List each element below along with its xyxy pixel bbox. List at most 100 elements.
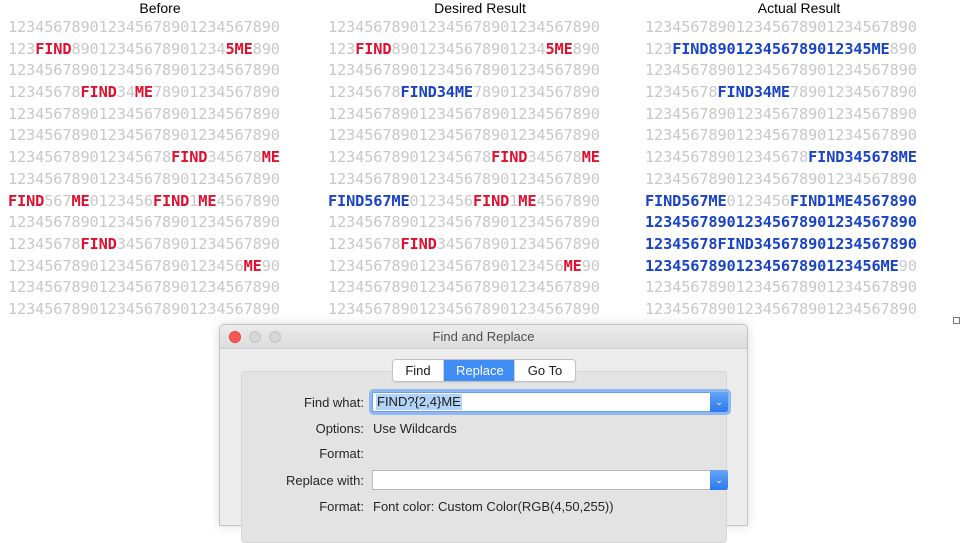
found-text: ME [198, 191, 217, 210]
find-what-input[interactable]: FIND?{2,4}ME ⌄ [372, 392, 728, 412]
plain-text: 4567890 [216, 191, 280, 210]
find-what-value: FIND?{2,4}ME [376, 394, 462, 410]
text-line: 123456789012345678FIND345678ME [328, 147, 600, 169]
found-text: ME [581, 148, 600, 167]
text-line: 123456789012345678901234567890 [328, 212, 600, 234]
plain-text: 123456789012345678 [328, 148, 492, 167]
plain-text: 34 [116, 83, 135, 102]
replaced-text: FIND345678ME [808, 148, 917, 167]
dialog-titlebar[interactable]: Find and Replace [220, 325, 747, 349]
actual-result-text-panel: 123456789012345678901234567890 123FIND890… [645, 17, 917, 321]
plain-text: 123456789012345678901234567890 [8, 299, 280, 318]
text-line: 123456789012345678901234567890 [328, 125, 600, 147]
chevron-down-icon[interactable]: ⌄ [710, 470, 728, 490]
text-line: 123456789012345678901234567890 [8, 212, 280, 234]
found-text: FIND [80, 234, 117, 253]
plain-text: 567 [44, 191, 72, 210]
plain-text: 12345678 [8, 234, 81, 253]
plain-text: 90 [261, 256, 280, 275]
plain-text: 123456789012345678901234567890 [8, 18, 280, 36]
column-title-before: Before [139, 0, 181, 16]
plain-text: 89012345678901234 [391, 39, 546, 58]
found-text: FIND [171, 148, 208, 167]
plain-text: 123456789012345678 [8, 148, 172, 167]
chevron-down-icon[interactable]: ⌄ [710, 392, 728, 412]
plain-text: 123456789012345678 [645, 148, 809, 167]
plain-text: 123456789012345678901234567890 [645, 61, 917, 80]
plain-text: 12345678901234567890123456 [328, 256, 564, 275]
text-line: 123456789012345678901234567890 [645, 212, 917, 234]
text-line: 123456789012345678901234567890 [8, 169, 280, 191]
plain-text: 123456789012345678901234567890 [8, 169, 280, 188]
plain-text: 78901234567890 [472, 83, 600, 102]
text-line: 12345678FIND345678901234567890 [645, 234, 917, 256]
found-text: FIND [472, 191, 510, 210]
text-line: 123456789012345678901234567890 [328, 299, 600, 321]
text-line: 123456789012345678901234567890 [328, 169, 600, 191]
tab-replace[interactable]: Replace [444, 360, 515, 381]
replaced-text: 12345678FIND345678901234567890 [645, 234, 917, 253]
desired-result-text-panel: 123456789012345678901234567890 123FIND890… [328, 17, 600, 321]
plain-text: 123456789012345678901234567890 [328, 126, 600, 145]
replace-pane: Find what: FIND?{2,4}ME ⌄ Options: Use W… [241, 371, 728, 543]
text-line: 123456789012345678901234567890 [645, 104, 917, 126]
text-line: 12345678FIND34ME78901234567890 [328, 82, 600, 104]
plain-text: 78901234567890 [789, 83, 917, 102]
replaced-text: FIND567ME [645, 191, 727, 210]
plain-text: 1 [189, 191, 199, 210]
text-line: 123456789012345678901234567890 [645, 125, 917, 147]
plain-text: 123456789012345678901234567890 [328, 61, 600, 80]
plain-text: 0123456 [89, 191, 154, 210]
plain-text: 123456789012345678901234567890 [328, 213, 600, 232]
text-line: 123456789012345678901234567890 [328, 60, 600, 82]
plain-text: 123456789012345678901234567890 [8, 278, 280, 297]
tab-find[interactable]: Find [393, 360, 444, 381]
plain-text: 78901234567890 [152, 83, 280, 102]
found-text: FIND [400, 234, 437, 253]
found-text: ME [261, 148, 280, 167]
plain-text: 123456789012345678901234567890 [8, 61, 280, 80]
text-line: 123456789012345678901234567890 [328, 277, 600, 299]
plain-text: 345678 [207, 148, 262, 167]
plain-text: 1 [509, 191, 519, 210]
text-line: 12345678901234567890123456ME90 [8, 256, 280, 278]
resize-handle[interactable] [953, 317, 960, 324]
find-format-label: Format: [319, 446, 364, 461]
plain-text: 4567890 [536, 191, 600, 210]
plain-text: 123456789012345678901234567890 [645, 299, 917, 318]
text-line: 12345678901234567890123456ME90 [328, 256, 600, 278]
text-line: 123456789012345678901234567890 [8, 17, 280, 39]
plain-text: 123456789012345678901234567890 [8, 104, 280, 123]
find-replace-dialog: Find and Replace Find Replace Go To Find… [219, 324, 748, 543]
plain-text: 123456789012345678901234567890 [645, 104, 917, 123]
found-text: FIND [355, 39, 392, 58]
text-line: 12345678FIND345678901234567890 [8, 234, 280, 256]
plain-text: 123 [645, 39, 673, 58]
plain-text: 890 [889, 39, 917, 58]
found-text: ME [71, 191, 90, 210]
replace-with-label: Replace with: [285, 473, 364, 488]
plain-text: 123456789012345678901234567890 [328, 104, 600, 123]
plain-text: 90 [581, 256, 600, 275]
plain-text: 345678 [527, 148, 582, 167]
found-text: ME [563, 256, 582, 275]
replaced-text: FIND1ME4567890 [789, 191, 917, 210]
text-line: FIND567ME0123456FIND1ME4567890 [8, 191, 280, 213]
plain-text: 12345678901234567890123456 [8, 256, 244, 275]
text-line: 12345678901234567890123456ME90 [645, 256, 917, 278]
plain-text: 123456789012345678901234567890 [645, 169, 917, 188]
plain-text: 0123456 [726, 191, 791, 210]
plain-text: 12345678 [328, 234, 401, 253]
text-line: 123456789012345678901234567890 [8, 60, 280, 82]
found-text: ME [134, 83, 153, 102]
replace-with-input[interactable]: ⌄ [372, 470, 728, 490]
plain-text: 0123456 [409, 191, 474, 210]
replace-format-value: Font color: Custom Color(RGB(4,50,255)) [373, 499, 614, 514]
plain-text: 123 [8, 39, 36, 58]
plain-text: 123456789012345678901234567890 [328, 18, 600, 36]
text-line: 123456789012345678FIND345678ME [645, 147, 917, 169]
found-text: 5ME [545, 39, 573, 58]
replaced-text: FIND34ME [717, 83, 790, 102]
tab-go-to[interactable]: Go To [515, 360, 575, 381]
replaced-text: 123456789012345678901234567890 [645, 213, 917, 232]
